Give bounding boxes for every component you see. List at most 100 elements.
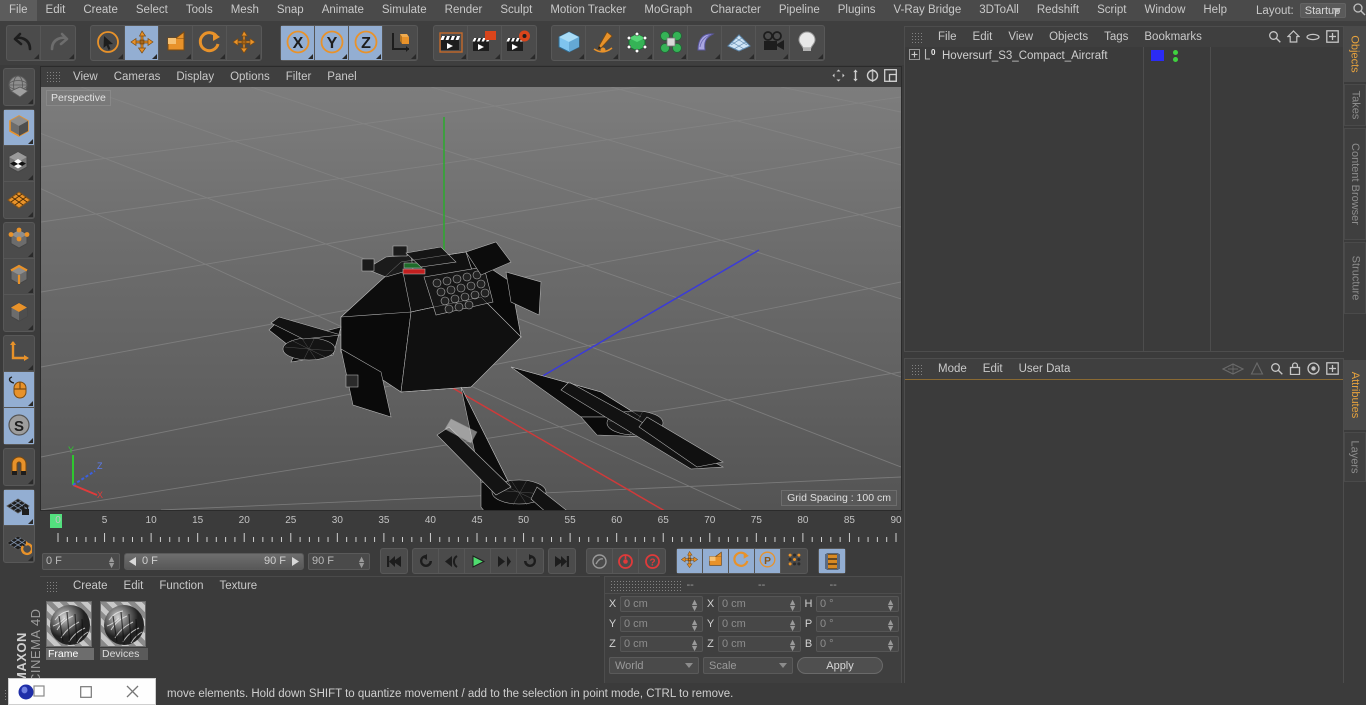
attribute-menu-mode[interactable]: Mode	[930, 363, 975, 375]
material-item[interactable]: Devices	[100, 601, 148, 660]
object-menu-bookmarks[interactable]: Bookmarks	[1136, 31, 1210, 43]
spinner-icon[interactable]: ▲ ▼	[788, 638, 797, 653]
undo-button[interactable]	[7, 26, 41, 60]
render-settings-button[interactable]	[502, 26, 536, 60]
menu-select[interactable]: Select	[127, 0, 177, 21]
go-to-end-button[interactable]	[549, 549, 575, 573]
expand-toggle-icon[interactable]	[909, 48, 920, 63]
menu-render[interactable]: Render	[436, 0, 492, 21]
step-forward-button[interactable]	[491, 549, 517, 573]
material-menu-edit[interactable]: Edit	[116, 580, 152, 592]
preview-range-slider[interactable]: 0 F 90 F	[124, 552, 304, 570]
magnet-tool-button[interactable]	[4, 449, 34, 485]
polygon-mode-button[interactable]	[4, 295, 34, 331]
vertical-tab-takes[interactable]: Takes	[1344, 84, 1366, 126]
lock-y-button[interactable]: Y	[315, 26, 349, 60]
menu-mograph[interactable]: MoGraph	[635, 0, 701, 21]
floating-mini-window[interactable]	[8, 678, 156, 705]
panel-grip-icon[interactable]	[46, 71, 60, 83]
coord-position-field[interactable]: 0 cm ▲ ▼	[620, 596, 703, 613]
rotate-button[interactable]	[193, 26, 227, 60]
current-frame-field[interactable]: 0 F ▲ ▼	[42, 552, 120, 570]
spinner-icon[interactable]: ▲ ▼	[788, 598, 797, 613]
coordinate-mode-dropdown[interactable]: Scale	[703, 657, 793, 674]
menu-snap[interactable]: Snap	[268, 0, 313, 21]
pan-icon[interactable]	[832, 69, 845, 85]
texture-mode-button[interactable]	[4, 146, 34, 182]
search-icon[interactable]	[1268, 30, 1281, 46]
menu-window[interactable]: Window	[1135, 0, 1194, 21]
add-generator-button[interactable]	[620, 26, 654, 60]
timeline-filmstrip-button[interactable]	[819, 549, 845, 573]
vertical-tab-attributes[interactable]: Attributes	[1344, 360, 1366, 430]
menu-motion-tracker[interactable]: Motion Tracker	[541, 0, 635, 21]
fit-icon[interactable]	[1326, 30, 1339, 46]
key-position-button[interactable]	[677, 549, 703, 573]
panel-grip-icon[interactable]	[911, 363, 924, 375]
spinner-icon[interactable]: ▲ ▼	[886, 638, 895, 653]
snap-settings-button[interactable]: S	[4, 408, 34, 444]
menu-tools[interactable]: Tools	[177, 0, 222, 21]
apply-button[interactable]: Apply	[797, 657, 883, 674]
viewport-menu-options[interactable]: Options	[222, 71, 278, 83]
search-icon[interactable]	[1270, 362, 1283, 378]
add-array-button[interactable]	[654, 26, 688, 60]
vertical-tab-structure[interactable]: Structure	[1344, 242, 1366, 314]
enable-axis-modification-button[interactable]	[4, 336, 34, 372]
material-thumbnail[interactable]	[100, 601, 146, 647]
spinner-icon[interactable]: ▲ ▼	[788, 618, 797, 633]
spinner-icon[interactable]: ▲ ▼	[886, 618, 895, 633]
step-back-button[interactable]	[439, 549, 465, 573]
object-menu-tags[interactable]: Tags	[1096, 31, 1136, 43]
redo-button[interactable]	[41, 26, 75, 60]
add-cube-button[interactable]	[552, 26, 586, 60]
autokey-button[interactable]	[587, 549, 613, 573]
live-selection-button[interactable]	[91, 26, 125, 60]
attribute-menu-edit[interactable]: Edit	[975, 363, 1011, 375]
menu-plugins[interactable]: Plugins	[829, 0, 885, 21]
timeline-ruler[interactable]: 0 5 10 15 20 25 30 35 40 45 50 55 60 65 70 75 80 85 90	[50, 512, 902, 546]
add-light-button[interactable]	[790, 26, 824, 60]
material-menu-function[interactable]: Function	[151, 580, 211, 592]
menu-help[interactable]: Help	[1194, 0, 1236, 21]
object-menu-objects[interactable]: Objects	[1041, 31, 1096, 43]
maximize-icon[interactable]	[63, 678, 109, 705]
spinner-icon[interactable]: ▲ ▼	[357, 554, 366, 569]
menu-mesh[interactable]: Mesh	[222, 0, 268, 21]
menu-v-ray-bridge[interactable]: V-Ray Bridge	[884, 0, 970, 21]
coord-rotation-field[interactable]: 0 ° ▲ ▼	[816, 596, 899, 613]
add-spline-button[interactable]	[586, 26, 620, 60]
go-to-start-button[interactable]	[381, 549, 407, 573]
cone-icon[interactable]	[1250, 361, 1264, 378]
spinner-icon[interactable]: ▲ ▼	[690, 598, 699, 613]
spinner-icon[interactable]: ▲ ▼	[107, 554, 116, 569]
lock-x-button[interactable]: X	[281, 26, 315, 60]
coord-position-field[interactable]: 0 cm ▲ ▼	[620, 636, 703, 653]
target-icon[interactable]	[1307, 362, 1320, 378]
viewport-solo-button[interactable]	[4, 372, 34, 408]
menu-create[interactable]: Create	[74, 0, 127, 21]
play-forward-loop-button[interactable]	[517, 549, 543, 573]
coord-size-field[interactable]: 0 cm ▲ ▼	[718, 636, 801, 653]
viewport-menu-cameras[interactable]: Cameras	[106, 71, 169, 83]
model-mode-button[interactable]	[4, 110, 34, 146]
coord-position-field[interactable]: 0 cm ▲ ▼	[620, 616, 703, 633]
menu-sculpt[interactable]: Sculpt	[491, 0, 541, 21]
lock-z-button[interactable]: Z	[349, 26, 383, 60]
fit-icon[interactable]	[1326, 362, 1339, 378]
panel-grip-icon[interactable]	[610, 579, 682, 591]
key-scale-button[interactable]	[703, 549, 729, 573]
menu-edit[interactable]: Edit	[37, 0, 75, 21]
menu-redshift[interactable]: Redshift	[1028, 0, 1088, 21]
object-row[interactable]: 0 Hoversurf_S3_Compact_Aircraft	[905, 47, 1343, 64]
viewport-3d-canvas[interactable]: Perspective Grid Spacing : 100 cm Y X Z	[41, 87, 901, 510]
visibility-dots[interactable]	[1173, 49, 1178, 62]
object-menu-view[interactable]: View	[1000, 31, 1041, 43]
world-object-coords-button[interactable]	[383, 26, 417, 60]
menu-animate[interactable]: Animate	[313, 0, 373, 21]
add-camera-button[interactable]	[756, 26, 790, 60]
attribute-manager-body[interactable]	[905, 379, 1343, 685]
edge-mode-button[interactable]	[4, 259, 34, 295]
home-icon[interactable]	[1286, 30, 1301, 46]
material-thumbnail[interactable]	[46, 601, 92, 647]
